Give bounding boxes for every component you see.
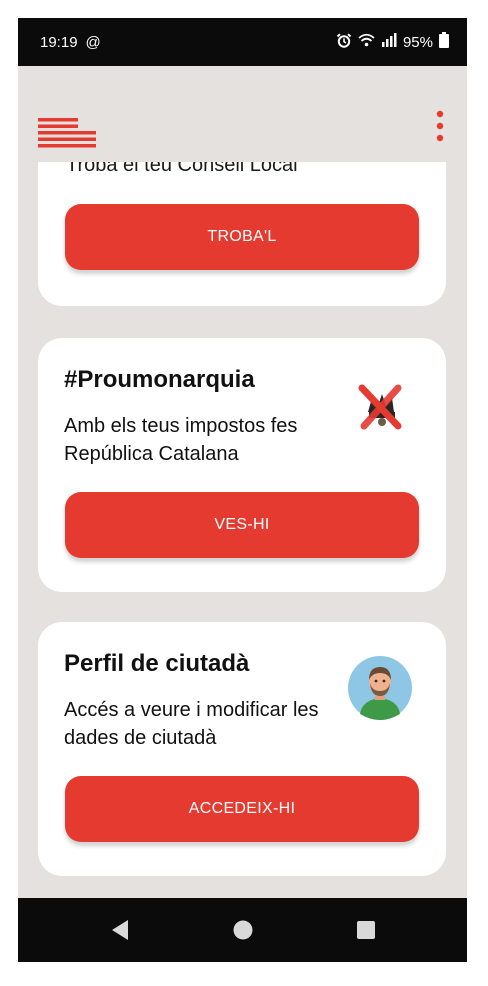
card-title: #Proumonarquia: [64, 366, 255, 393]
status-right: 95%: [336, 32, 449, 52]
card-subtitle: Troba el teu Consell Local: [66, 162, 298, 176]
signal-icon: [381, 32, 397, 52]
alarm-icon: [336, 32, 352, 52]
card-title: Perfil de ciutadà: [64, 650, 250, 677]
ves-hi-button[interactable]: VES-HI: [65, 492, 419, 558]
status-at-symbol: @: [85, 33, 101, 51]
perfil-ciutada-card: Perfil de ciutadà Accés a veure i modifi…: [38, 622, 446, 876]
status-left: 19:19 @: [40, 34, 101, 51]
wifi-icon: [358, 33, 375, 51]
back-icon[interactable]: [100, 910, 140, 950]
consell-local-card: Troba el teu Consell Local TROBA'L: [38, 162, 446, 306]
app-header: [18, 66, 467, 162]
citizen-avatar: [348, 656, 412, 720]
battery-icon: [439, 32, 449, 52]
proumonarquia-card: #Proumonarquia Amb els teus impostos fes…: [38, 338, 446, 592]
crossed-crown-icon: [354, 382, 406, 432]
battery-percent: 95%: [402, 33, 433, 51]
hamburger-menu-icon[interactable]: [38, 118, 96, 148]
recents-icon[interactable]: [346, 910, 386, 950]
status-bar: 19:19 @ 95%: [18, 18, 467, 66]
phone-screen: 19:19 @ 95% Troba el teu Consell Local T…: [18, 18, 467, 962]
accedeix-hi-button[interactable]: ACCEDEIX-HI: [65, 776, 419, 842]
kebab-menu-icon[interactable]: [435, 110, 445, 142]
system-navigation-bar: [18, 898, 467, 962]
status-time: 19:19: [40, 33, 78, 51]
card-list[interactable]: Troba el teu Consell Local TROBA'L #Prou…: [18, 162, 467, 898]
card-description: Accés a veure i modificar les dades de c…: [64, 699, 319, 749]
card-description: Amb els teus impostos fes República Cata…: [64, 415, 298, 465]
troba-l-button[interactable]: TROBA'L: [65, 204, 419, 270]
home-icon[interactable]: [223, 910, 263, 950]
